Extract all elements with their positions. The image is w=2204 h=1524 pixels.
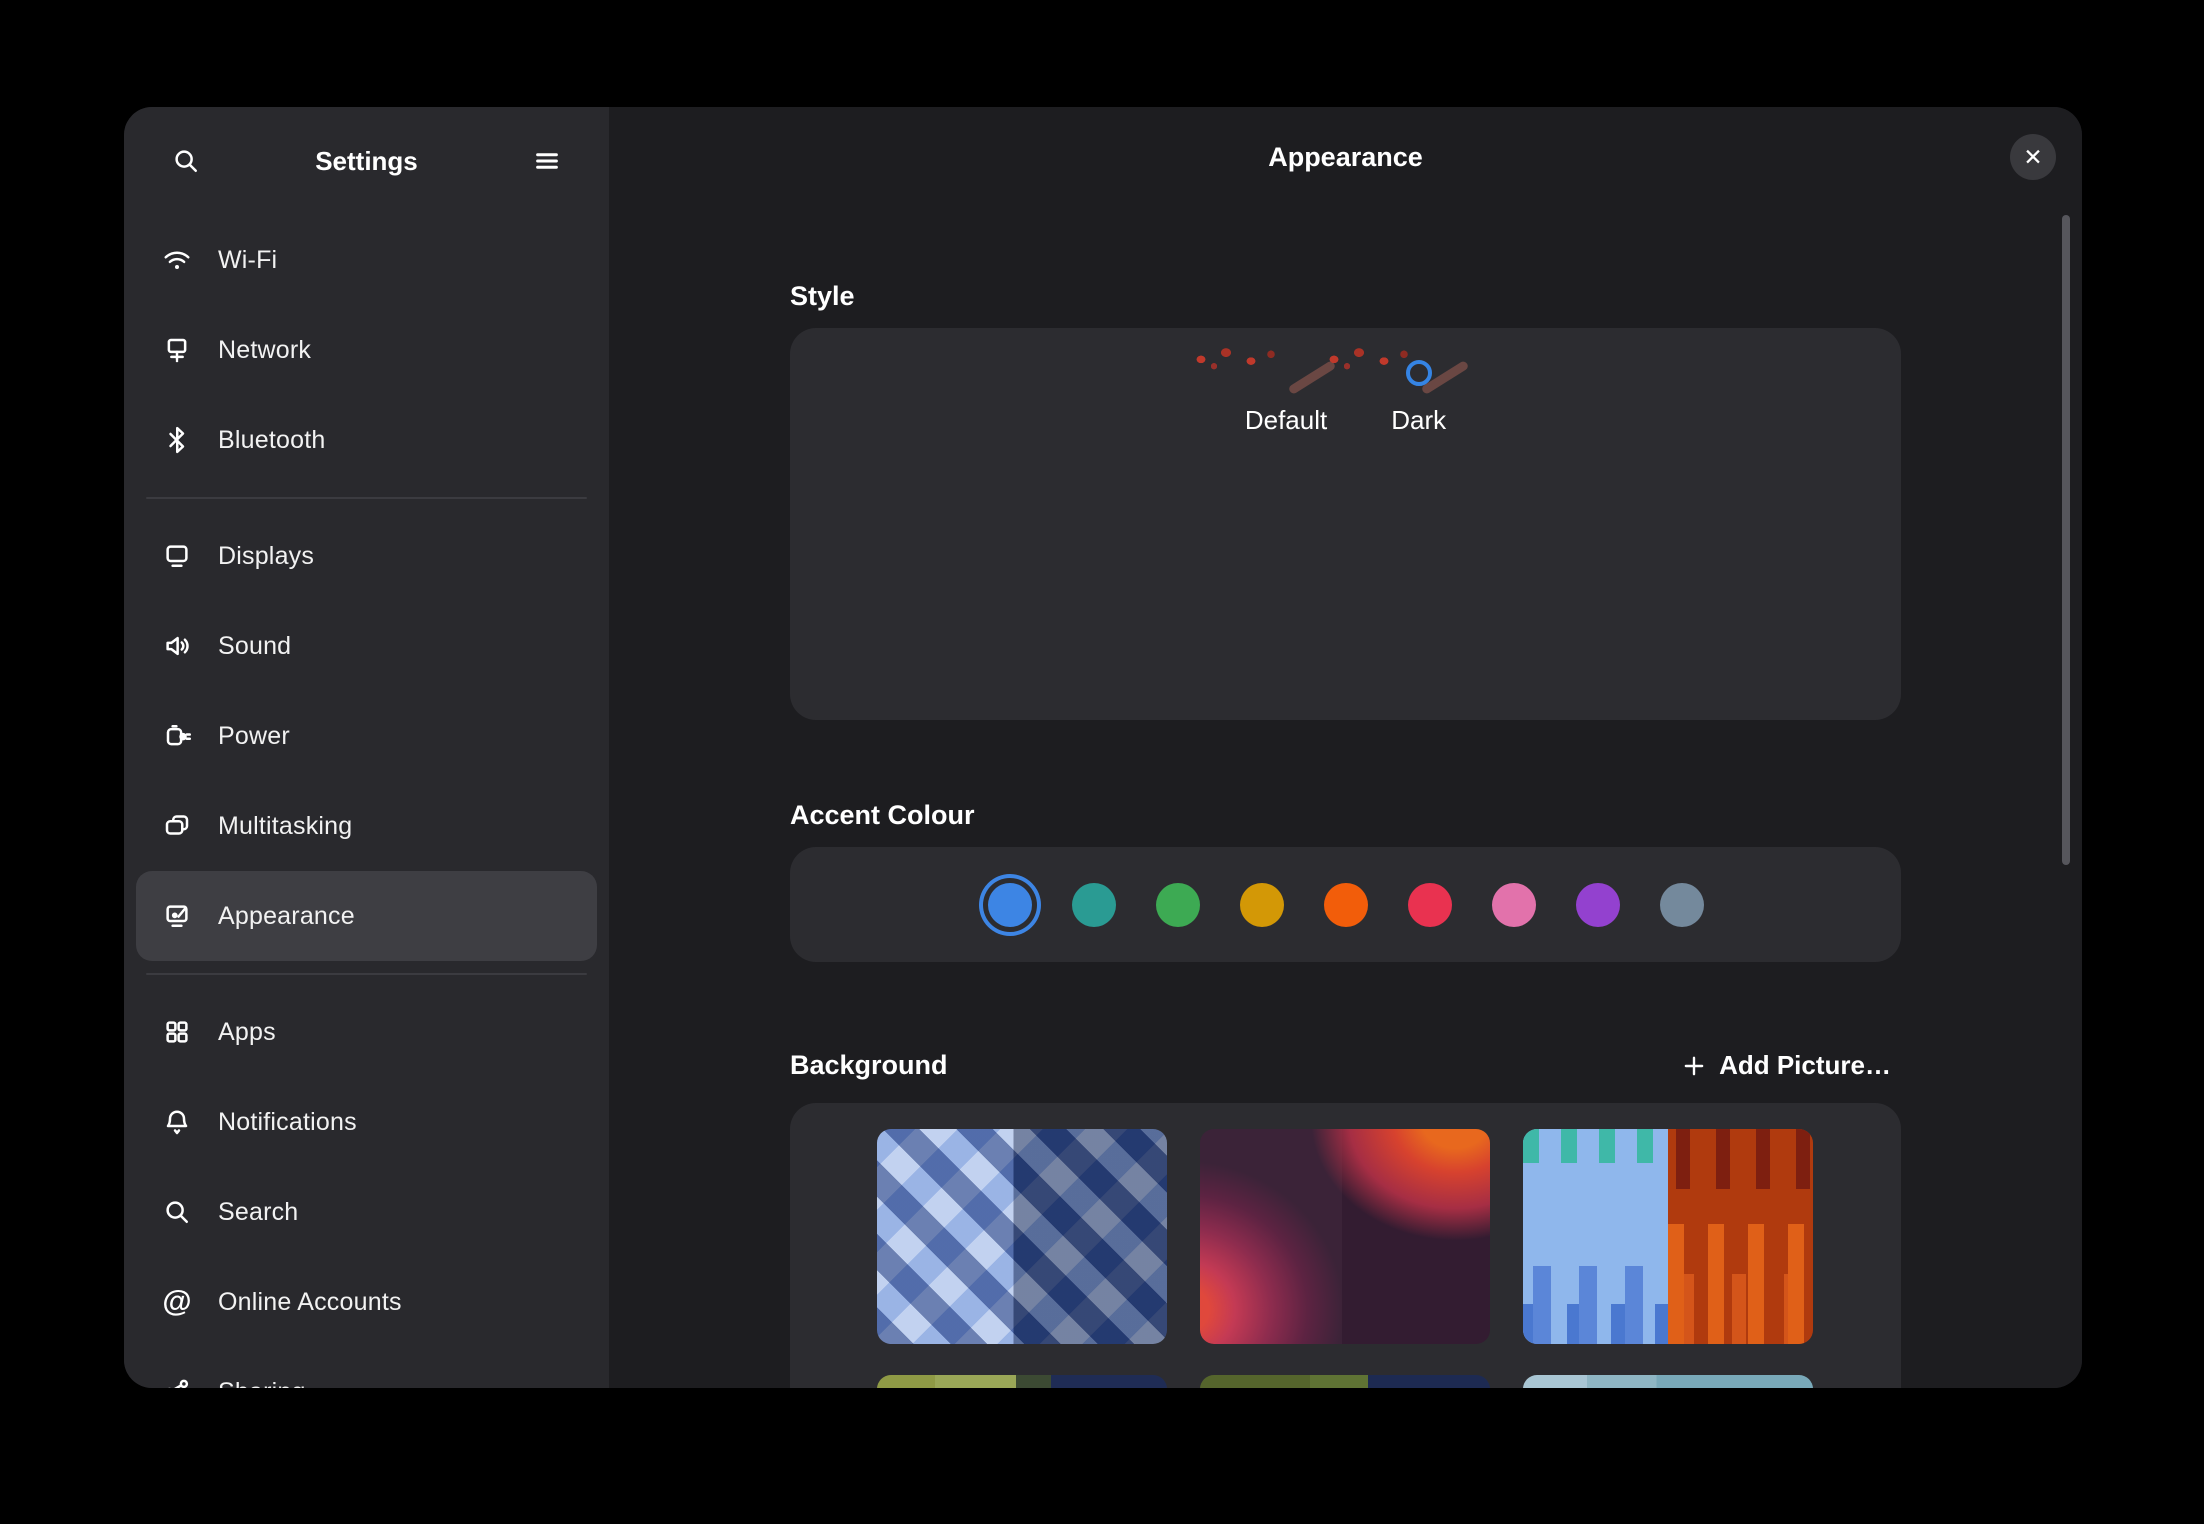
bell-icon [162,1107,192,1137]
wallpaper-row-partial [877,1375,1901,1388]
sidebar-item-displays[interactable]: Displays [136,511,597,601]
accent-swatch-orange[interactable] [1324,883,1368,927]
sidebar-title: Settings [208,146,525,177]
sidebar-item-label: Network [218,336,311,365]
share-icon [162,1377,192,1388]
accent-swatch-green[interactable] [1156,883,1200,927]
appearance-panel: Appearance ✕ Style [609,107,2082,1388]
sidebar-item-notifications[interactable]: Notifications [136,1077,597,1167]
scrollbar[interactable] [2062,215,2070,865]
style-option-label: Dark [1391,405,1446,436]
search-button[interactable] [164,139,208,183]
accent-swatch-amber[interactable] [1240,883,1284,927]
accent-swatch-purple[interactable] [1576,883,1620,927]
accent-colour-heading: Accent Colour [790,800,1901,831]
appearance-icon [162,901,192,931]
sidebar-item-label: Multitasking [218,812,352,841]
accent-swatch-pink[interactable] [1492,883,1536,927]
accent-swatch-blue[interactable] [988,883,1032,927]
background-header-row: Background Add Picture… [790,1044,1901,1087]
sidebar-item-label: Sharing [218,1378,306,1389]
sidebar-nav: Wi-Fi Network Bluetooth Displays [124,215,609,1388]
close-button[interactable]: ✕ [2010,134,2056,180]
desktop: { "sidebar": { "title": "Settings", "ite… [0,0,2204,1524]
add-picture-label: Add Picture… [1719,1050,1891,1081]
sidebar-item-search[interactable]: Search [136,1167,597,1257]
sidebar-item-label: Bluetooth [218,426,325,455]
sidebar-item-label: Displays [218,542,314,571]
background-heading: Background [790,1050,948,1081]
style-preview-frame [1273,360,1299,386]
accent-swatch-red[interactable] [1408,883,1452,927]
battery-icon [162,721,192,751]
panel-content: Style Default [609,281,2082,1388]
style-option-dark[interactable]: Dark [1391,360,1446,720]
sidebar-item-online-accounts[interactable]: @ Online Accounts [136,1257,597,1347]
speaker-icon [162,631,192,661]
sidebar-item-apps[interactable]: Apps [136,987,597,1077]
hamburger-menu-icon [532,146,562,176]
main-menu-button[interactable] [525,139,569,183]
wallpaper-thumb-purple-orange-waves[interactable] [1200,1129,1490,1344]
sidebar-item-label: Online Accounts [218,1288,402,1317]
search-icon [162,1197,192,1227]
accent-swatch-slate[interactable] [1660,883,1704,927]
accent-swatch-teal[interactable] [1072,883,1116,927]
plus-icon [1681,1053,1707,1079]
sidebar-divider [146,973,587,975]
sidebar-item-label: Appearance [218,902,355,931]
sidebar-item-label: Search [218,1198,298,1227]
sidebar-item-power[interactable]: Power [136,691,597,781]
style-preview-frame-selected [1406,360,1432,386]
at-icon: @ [162,1287,192,1317]
close-icon: ✕ [2023,144,2042,171]
sidebar-item-label: Notifications [218,1108,357,1137]
style-card: Default Dark [790,328,1901,720]
sidebar-item-label: Wi-Fi [218,246,277,275]
sidebar-header: Settings [124,107,609,215]
sidebar-item-appearance[interactable]: Appearance [136,871,597,961]
sidebar-item-label: Power [218,722,290,751]
sidebar-item-bluetooth[interactable]: Bluetooth [136,395,597,485]
windows-overlap-icon [162,811,192,841]
network-icon [162,335,192,365]
bluetooth-icon [162,425,192,455]
style-heading: Style [790,281,1901,312]
sidebar-item-sharing[interactable]: Sharing [136,1347,597,1388]
wallpaper-thumb-light-blue-teal[interactable] [1523,1375,1813,1388]
sidebar-item-label: Sound [218,632,291,661]
sidebar-item-label: Apps [218,1018,276,1047]
wallpaper-thumb-blue-orange-drips[interactable] [1523,1129,1813,1344]
page-title: Appearance [609,107,2082,207]
sidebar-item-sound[interactable]: Sound [136,601,597,691]
sidebar-item-network[interactable]: Network [136,305,597,395]
sidebar-item-multitasking[interactable]: Multitasking [136,781,597,871]
display-icon [162,541,192,571]
background-card [790,1103,1901,1388]
wallpaper-thumb-blue-cubes[interactable] [877,1129,1167,1344]
panel-header: Appearance ✕ [609,107,2082,207]
add-picture-button[interactable]: Add Picture… [1671,1044,1901,1087]
style-option-label: Default [1245,405,1327,436]
style-option-default[interactable]: Default [1245,360,1327,720]
wifi-icon [162,245,192,275]
accent-colour-card [790,847,1901,962]
sidebar-item-wifi[interactable]: Wi-Fi [136,215,597,305]
wallpaper-row [877,1129,1901,1344]
sidebar: Settings Wi-Fi Network [124,107,609,1388]
wallpaper-thumb-green-navy[interactable] [877,1375,1167,1388]
settings-window: Settings Wi-Fi Network [124,107,2082,1388]
grid-icon [162,1017,192,1047]
search-icon [171,146,201,176]
sidebar-divider [146,497,587,499]
wallpaper-thumb-olive-navy[interactable] [1200,1375,1490,1388]
